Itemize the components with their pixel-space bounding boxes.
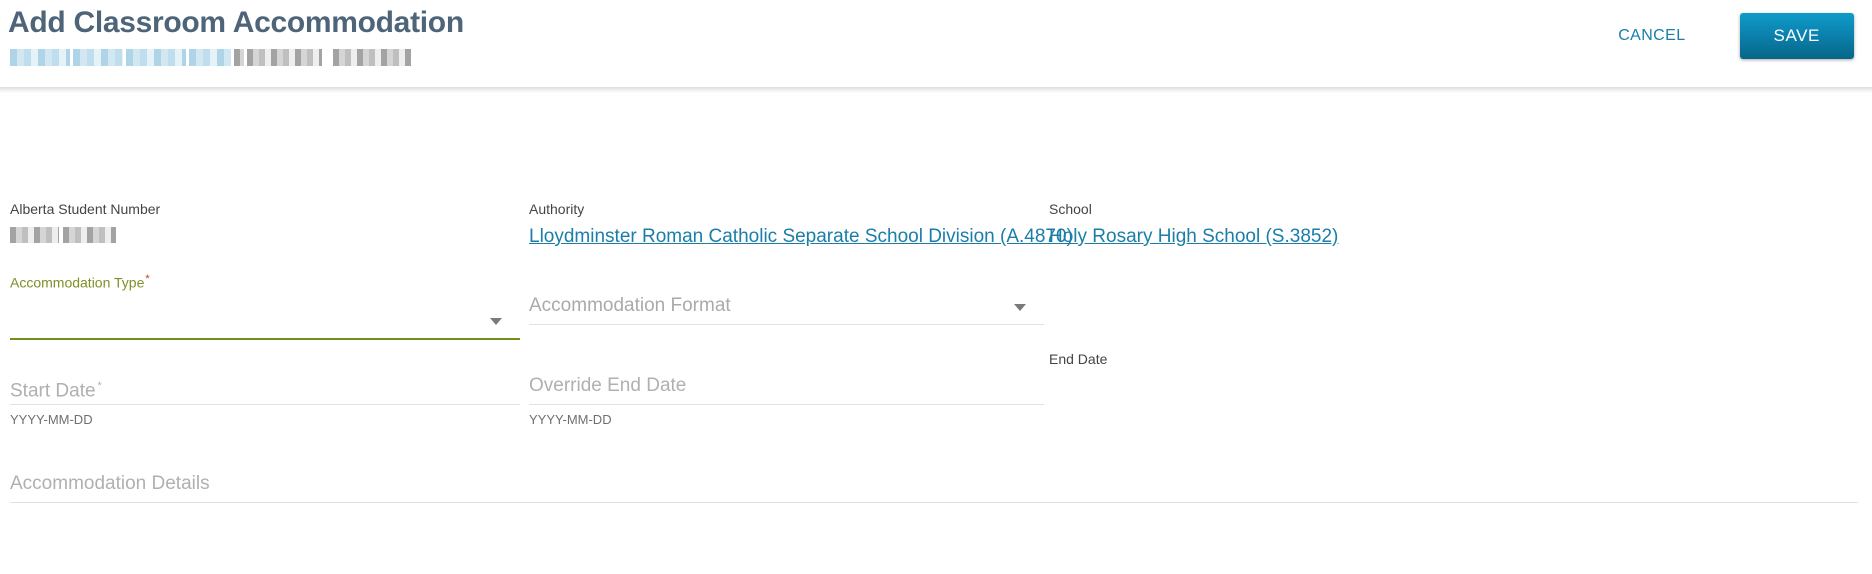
accommodation-details-input[interactable]: Accommodation Details xyxy=(10,466,1858,503)
end-date-value xyxy=(1049,368,1107,386)
alberta-student-number-value xyxy=(10,227,120,243)
override-end-date-hint: YYYY-MM-DD xyxy=(529,412,612,427)
header-divider xyxy=(0,87,1872,93)
field-accommodation-details: Accommodation Details xyxy=(10,466,1858,503)
accommodation-details-placeholder: Accommodation Details xyxy=(10,473,210,494)
field-override-end-date: Override End Date YYYY-MM-DD xyxy=(529,368,1044,427)
redacted-block xyxy=(247,49,322,66)
start-date-hint: YYYY-MM-DD xyxy=(10,412,93,427)
redacted-subtitle xyxy=(10,49,438,66)
authority-link[interactable]: Lloydminster Roman Catholic Separate Sch… xyxy=(529,226,1073,248)
start-date-placeholder-text: Start Date xyxy=(10,380,96,402)
chevron-down-icon[interactable] xyxy=(490,317,502,325)
cancel-button[interactable]: CANCEL xyxy=(1600,17,1703,55)
accommodation-type-label-text: Accommodation Type xyxy=(10,274,145,291)
field-end-date: End Date xyxy=(1049,350,1107,386)
header-actions: CANCEL SAVE xyxy=(1600,13,1854,59)
chevron-down-icon[interactable] xyxy=(1014,304,1026,311)
field-start-date: Start Date * YYYY-MM-DD xyxy=(10,368,520,427)
authority-label: Authority xyxy=(529,201,585,217)
school-link[interactable]: Holy Rosary High School (S.3852) xyxy=(1049,226,1338,248)
page-title: Add Classroom Accommodation xyxy=(8,6,464,39)
accommodation-type-select[interactable] xyxy=(10,302,520,340)
field-alberta-student-number: Alberta Student Number xyxy=(10,200,510,243)
redacted-block xyxy=(10,227,59,243)
override-end-date-placeholder: Override End Date xyxy=(529,375,687,396)
start-date-input[interactable]: Start Date * xyxy=(10,368,520,405)
redacted-block xyxy=(62,227,116,243)
field-school: School Holy Rosary High School (S.3852) xyxy=(1049,200,1338,248)
redacted-block xyxy=(10,49,70,66)
field-authority: Authority Lloydminster Roman Catholic Se… xyxy=(529,200,1073,248)
redacted-block xyxy=(234,49,244,66)
page-header: Add Classroom Accommodation CANCEL SAVE xyxy=(0,0,1872,93)
redacted-block xyxy=(126,49,186,66)
accommodation-format-select[interactable]: Accommodation Format xyxy=(529,288,1044,325)
start-date-placeholder: Start Date * xyxy=(10,368,520,409)
redacted-block xyxy=(189,49,231,66)
accommodation-format-placeholder: Accommodation Format xyxy=(529,295,731,316)
override-end-date-input[interactable]: Override End Date xyxy=(529,368,1044,405)
field-accommodation-format: Accommodation Format xyxy=(529,288,1044,325)
end-date-label: End Date xyxy=(1049,351,1108,367)
field-accommodation-type: Accommodation Type* xyxy=(10,270,520,340)
alberta-student-number-label: Alberta Student Number xyxy=(10,201,161,217)
required-asterisk: * xyxy=(97,380,102,392)
accommodation-type-label: Accommodation Type* xyxy=(10,270,520,292)
save-button[interactable]: SAVE xyxy=(1739,13,1854,59)
required-asterisk: * xyxy=(145,273,150,285)
redacted-block xyxy=(73,49,123,66)
redacted-block xyxy=(333,49,411,66)
school-label: School xyxy=(1049,201,1092,217)
